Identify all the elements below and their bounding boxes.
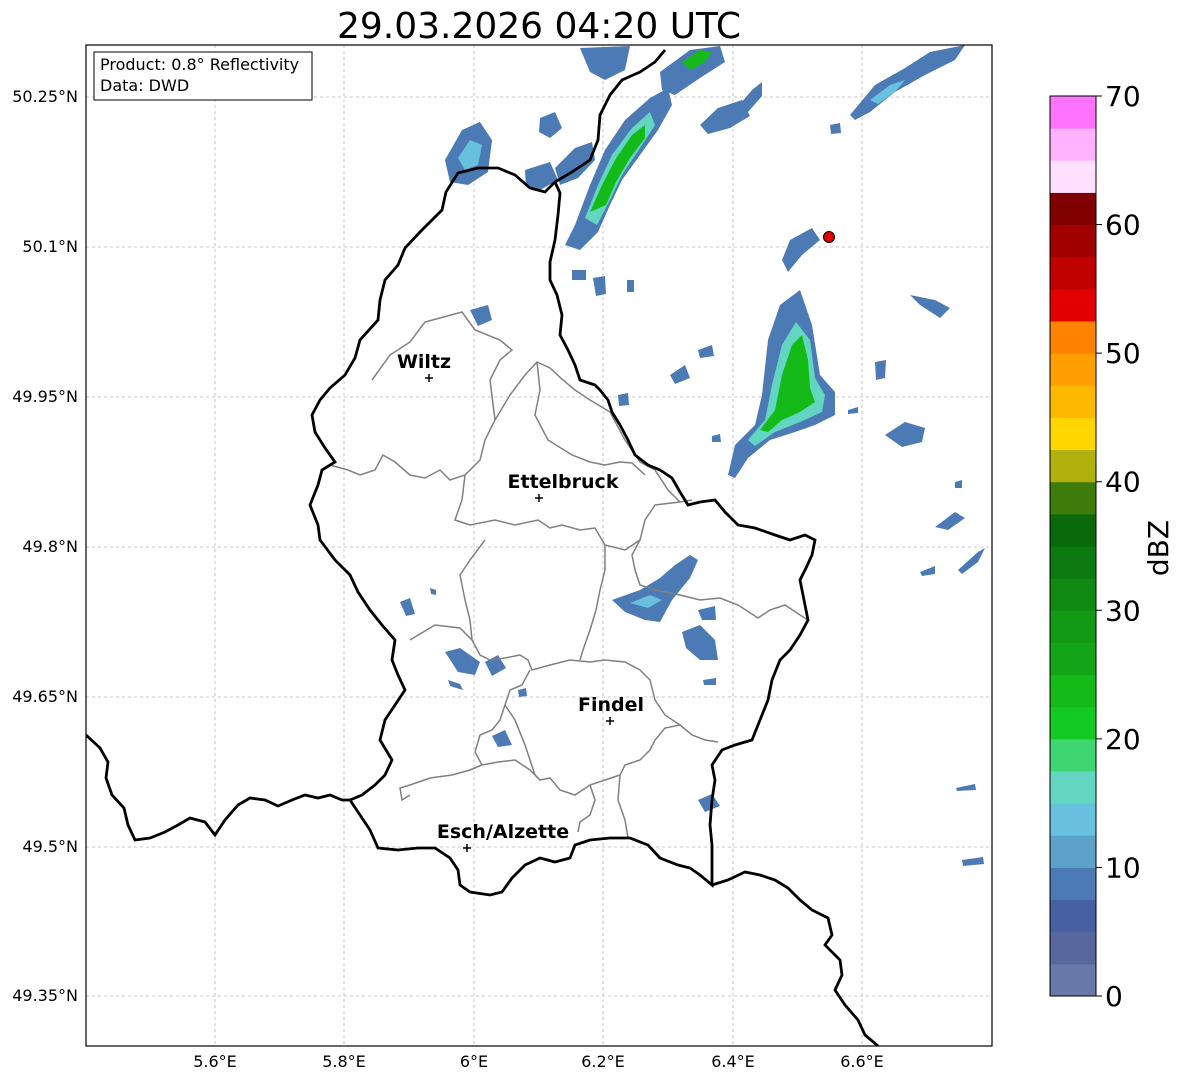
city-label-esch-alzette: Esch/Alzette <box>437 821 569 843</box>
colorbar-swatch <box>1050 160 1096 193</box>
lat-tick-label: 50.1°N <box>22 237 78 256</box>
colorbar-tick-label: 70 <box>1105 80 1141 113</box>
colorbar-swatch <box>1050 417 1096 451</box>
colorbar-swatch <box>1050 96 1096 129</box>
colorbar-swatch <box>1050 610 1096 643</box>
colorbar-swatch <box>1050 642 1096 676</box>
colorbar-swatch <box>1050 353 1096 386</box>
lon-tick-label: 5.8°E <box>322 1052 366 1071</box>
echo-cell <box>572 270 586 280</box>
colorbar-swatch <box>1050 963 1096 997</box>
colorbar-swatch <box>1050 385 1096 418</box>
lat-tick-label: 49.35°N <box>12 986 78 1005</box>
lon-tick-label: 6.6°E <box>840 1052 884 1071</box>
lon-tick-label: 5.6°E <box>193 1052 237 1071</box>
colorbar-swatch <box>1050 578 1096 611</box>
lon-tick-label: 6°E <box>460 1052 488 1071</box>
colorbar-swatch <box>1050 931 1096 965</box>
lon-tick-label: 6.4°E <box>711 1052 755 1071</box>
city-label-ettelbruck: Ettelbruck <box>508 471 619 493</box>
echo-cell <box>627 280 634 292</box>
lat-tick-labels: 50.25°N 50.1°N 49.95°N 49.8°N 49.65°N 49… <box>12 87 78 1005</box>
colorbar-swatch <box>1050 128 1096 161</box>
colorbar-swatch <box>1050 867 1096 901</box>
map-title: 29.03.2026 04:20 UTC <box>337 6 741 47</box>
colorbar-label: dBZ <box>1142 520 1175 576</box>
colorbar-swatch <box>1050 835 1096 868</box>
colorbar-swatch <box>1050 192 1096 226</box>
colorbar-swatch <box>1050 224 1096 258</box>
colorbar: 0 10 20 30 40 50 60 70 dBZ <box>1049 80 1175 1013</box>
lat-tick-label: 49.5°N <box>22 837 78 856</box>
colorbar-swatch <box>1050 771 1096 804</box>
colorbar-tick-label: 30 <box>1105 594 1141 627</box>
colorbar-swatch <box>1050 256 1096 290</box>
radar-map-figure: 29.03.2026 04:20 UTC Wiltz Ettelbruck Fi… <box>12 6 1175 1071</box>
colorbar-swatch <box>1050 513 1096 547</box>
colorbar-swatch <box>1050 481 1096 515</box>
colorbar-swatch <box>1050 674 1096 708</box>
lat-tick-label: 49.8°N <box>22 537 78 556</box>
lon-tick-label: 6.2°E <box>581 1052 625 1071</box>
colorbar-swatch <box>1050 738 1096 772</box>
lon-tick-labels: 5.6°E 5.8°E 6°E 6.2°E 6.4°E 6.6°E <box>193 1052 884 1071</box>
city-label-wiltz: Wiltz <box>397 351 451 373</box>
colorbar-swatch <box>1050 546 1096 579</box>
info-box: Product: 0.8° Reflectivity Data: DWD <box>93 51 313 101</box>
colorbar-swatch <box>1050 803 1096 836</box>
colorbar-swatch <box>1050 449 1096 483</box>
echo-cell <box>618 393 629 406</box>
lat-tick-label: 49.95°N <box>12 387 78 406</box>
info-source: Data: DWD <box>100 76 189 95</box>
colorbar-ticks: 0 10 20 30 40 50 60 70 <box>1096 80 1141 1013</box>
colorbar-swatches <box>1050 96 1096 997</box>
lat-tick-label: 49.65°N <box>12 687 78 706</box>
colorbar-tick-label: 50 <box>1105 337 1141 370</box>
colorbar-swatch <box>1050 288 1096 322</box>
city-label-findel: Findel <box>578 694 644 716</box>
lat-tick-label: 50.25°N <box>12 87 78 106</box>
radar-site-icon <box>823 231 835 243</box>
colorbar-tick-label: 40 <box>1105 466 1141 499</box>
colorbar-swatch <box>1050 899 1096 933</box>
colorbar-tick-label: 60 <box>1105 209 1141 242</box>
colorbar-tick-label: 20 <box>1105 723 1141 756</box>
map-area <box>86 45 992 1046</box>
colorbar-tick-label: 0 <box>1105 980 1123 1013</box>
colorbar-swatch <box>1050 706 1096 740</box>
colorbar-swatch <box>1050 321 1096 354</box>
info-product: Product: 0.8° Reflectivity <box>100 55 299 74</box>
colorbar-tick-label: 10 <box>1105 851 1141 884</box>
echo-cell <box>875 360 886 380</box>
